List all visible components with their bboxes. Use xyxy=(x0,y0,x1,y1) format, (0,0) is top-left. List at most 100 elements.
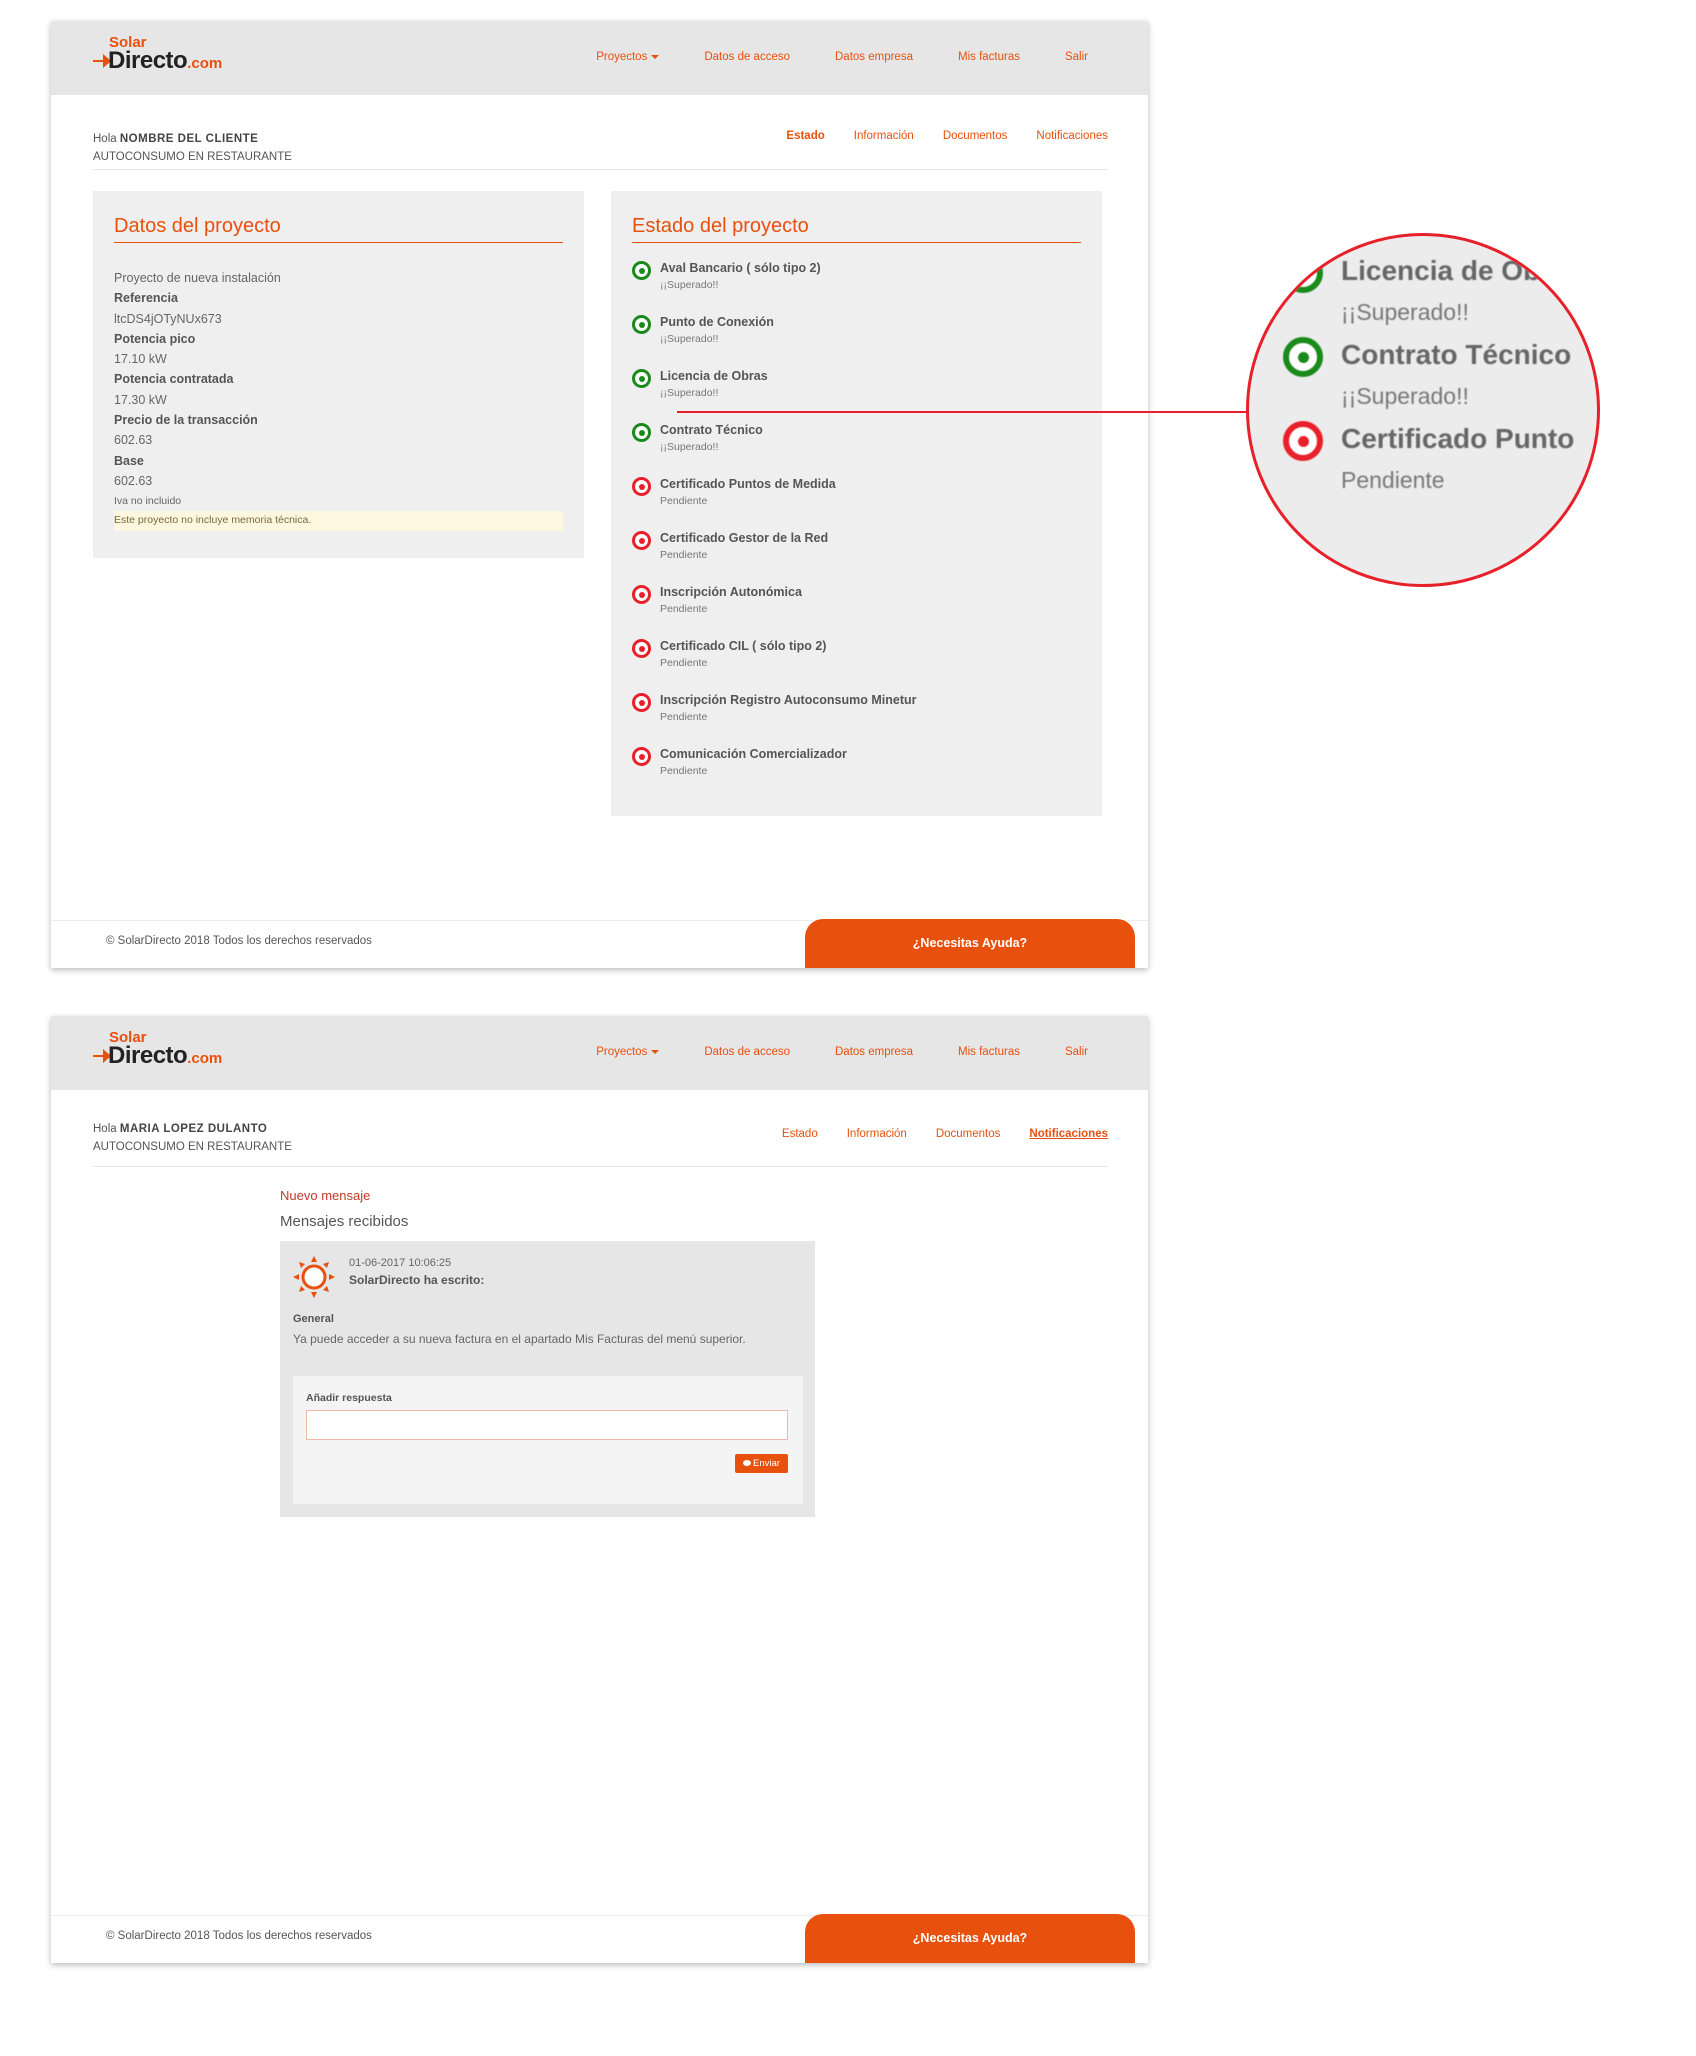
greeting-text: Hola xyxy=(93,133,117,145)
status-step: Contrato Técnico ¡¡Superado!! xyxy=(632,420,1072,474)
step-title: Inscripción Registro Autoconsumo Minetur xyxy=(660,693,917,707)
nav-datos-acceso[interactable]: Datos de acceso xyxy=(704,51,790,63)
send-button[interactable]: Enviar xyxy=(735,1454,788,1473)
help-button[interactable]: ¿Necesitas Ayuda? xyxy=(805,919,1135,968)
tab-informacion[interactable]: Información xyxy=(847,1128,907,1140)
step-status: ¡¡Superado!! xyxy=(660,387,719,399)
tab-estado[interactable]: Estado xyxy=(786,130,824,142)
step-status: ¡¡Superado!! xyxy=(660,333,719,345)
base-value: 602.63 xyxy=(114,473,153,488)
status-step: Inscripción Autonómica Pendiente xyxy=(632,582,1072,636)
message-author: SolarDirecto ha escrito: xyxy=(349,1273,485,1287)
zoom-connector-line xyxy=(677,411,1247,413)
nav-mis-facturas[interactable]: Mis facturas xyxy=(958,51,1020,63)
solardirecto-logo[interactable]: Solar Directo.com xyxy=(93,35,253,79)
step-status: ¡¡Superado!! xyxy=(660,279,719,291)
status-step: Certificado Gestor de la Red Pendiente xyxy=(632,528,1072,582)
step-title: Comunicación Comercializador xyxy=(660,747,847,761)
step-status: Pendiente xyxy=(660,657,708,669)
step-status: Pendiente xyxy=(660,495,708,507)
zoom-step-title: Certificado Punto xyxy=(1341,423,1575,454)
step-title: Certificado CIL ( sólo tipo 2) xyxy=(660,639,827,653)
tab-estado[interactable]: Estado xyxy=(782,1128,818,1140)
pending-circle-icon xyxy=(632,747,651,766)
zoom-step-status: ¡¡Superado!! xyxy=(1341,299,1469,325)
step-status: Pendiente xyxy=(660,603,708,615)
step-title: Certificado Puntos de Medida xyxy=(660,477,836,491)
zoom-step-status: Pendiente xyxy=(1341,467,1445,493)
step-title: Inscripción Autonómica xyxy=(660,585,802,599)
price-value: 602.63 xyxy=(114,433,153,448)
message-date: 01-06-2017 10:06:25 xyxy=(349,1257,452,1269)
project-type: Proyecto de nueva instalación xyxy=(114,271,281,285)
client-greeting: Hola NOMBRE DEL CLIENTE AUTOCONSUMO EN R… xyxy=(93,130,292,166)
message-category: General xyxy=(293,1313,334,1325)
step-title: Certificado Gestor de la Red xyxy=(660,531,829,545)
pending-circle-icon xyxy=(632,477,651,496)
tab-notificaciones[interactable]: Notificaciones xyxy=(1029,1128,1108,1140)
project-name: AUTOCONSUMO EN RESTAURANTE xyxy=(93,151,292,163)
step-status: Pendiente xyxy=(660,711,708,723)
project-data-list: Proyecto de nueva instalación Referencia… xyxy=(114,268,281,512)
new-message-link[interactable]: Nuevo mensaje xyxy=(280,1188,370,1203)
project-status-title: Estado del proyecto xyxy=(632,215,1081,243)
check-circle-icon xyxy=(632,261,651,280)
nav-datos-empresa[interactable]: Datos empresa xyxy=(835,51,913,63)
nav-datos-empresa[interactable]: Datos empresa xyxy=(835,1046,913,1058)
send-label: Enviar xyxy=(753,1458,780,1469)
project-name: AUTOCONSUMO EN RESTAURANTE xyxy=(93,1141,292,1153)
status-steps: Aval Bancario ( sólo tipo 2) ¡¡Superado!!… xyxy=(632,258,1072,798)
peak-power-value: 17.10 kW xyxy=(114,352,167,367)
project-data-panel: Datos del proyecto Proyecto de nueva ins… xyxy=(93,191,584,558)
step-title: Licencia de Obras xyxy=(660,369,768,383)
project-status-panel: Estado del proyecto Aval Bancario ( sólo… xyxy=(611,191,1102,816)
memoria-notice: Este proyecto no incluye memoria técnica… xyxy=(114,511,563,531)
tab-documentos[interactable]: Documentos xyxy=(936,1128,1001,1140)
project-status-screen: Solar Directo.com Proyectos Datos de acc… xyxy=(51,21,1148,968)
help-button[interactable]: ¿Necesitas Ayuda? xyxy=(805,1914,1135,1963)
top-header: Solar Directo.com Proyectos Datos de acc… xyxy=(51,21,1148,95)
client-name: NOMBRE DEL CLIENTE xyxy=(119,133,259,145)
vat-note: Iva no incluido xyxy=(114,495,182,508)
reply-form: Añadir respuesta Enviar xyxy=(293,1376,803,1504)
pending-circle-icon xyxy=(632,585,651,604)
step-title: Punto de Conexión xyxy=(660,315,774,329)
nav-mis-facturas[interactable]: Mis facturas xyxy=(958,1046,1020,1058)
zoom-step-title: Contrato Técnico xyxy=(1341,339,1572,370)
caret-down-icon xyxy=(651,54,660,59)
base-label: Base xyxy=(114,453,144,468)
tab-documentos[interactable]: Documentos xyxy=(943,130,1008,142)
nav-proyectos[interactable]: Proyectos xyxy=(596,1046,660,1058)
main-nav: Proyectos Datos de acceso Datos empresa … xyxy=(596,1046,1088,1058)
solardirecto-logo[interactable]: Solar Directo.com xyxy=(93,1030,253,1074)
status-step: Comunicación Comercializador Pendiente xyxy=(632,744,1072,798)
status-step: Punto de Conexión ¡¡Superado!! xyxy=(632,312,1072,366)
step-title: Aval Bancario ( sólo tipo 2) xyxy=(660,261,821,275)
received-messages-title: Mensajes recibidos xyxy=(280,1213,409,1230)
reference-value: ltcDS4jOTyNUx673 xyxy=(114,311,222,326)
nav-salir[interactable]: Salir xyxy=(1065,51,1088,63)
copyright-text: © SolarDirecto 2018 Todos los derechos r… xyxy=(106,935,372,947)
reply-input[interactable] xyxy=(306,1410,788,1440)
header-divider xyxy=(93,1166,1108,1167)
nav-salir[interactable]: Salir xyxy=(1065,1046,1088,1058)
step-status: Pendiente xyxy=(660,765,708,777)
client-name: MARIA LOPEZ DULANTO xyxy=(119,1123,268,1135)
header-divider xyxy=(93,169,1108,170)
step-title: Contrato Técnico xyxy=(660,423,763,437)
pending-circle-icon xyxy=(632,639,651,658)
tab-informacion[interactable]: Información xyxy=(854,130,914,142)
logo-directo-text: Directo.com xyxy=(108,1042,223,1069)
nav-proyectos[interactable]: Proyectos xyxy=(596,51,660,63)
tab-notificaciones[interactable]: Notificaciones xyxy=(1036,130,1108,142)
caret-down-icon xyxy=(651,1049,660,1054)
pending-circle-icon xyxy=(632,531,651,550)
status-step: Inscripción Registro Autoconsumo Minetur… xyxy=(632,690,1072,744)
status-step: Aval Bancario ( sólo tipo 2) ¡¡Superado!! xyxy=(632,258,1072,312)
check-circle-icon xyxy=(632,315,651,334)
reference-label: Referencia xyxy=(114,291,178,306)
contracted-power-label: Potencia contratada xyxy=(114,372,234,387)
copyright-text: © SolarDirecto 2018 Todos los derechos r… xyxy=(106,1930,372,1942)
nav-datos-acceso[interactable]: Datos de acceso xyxy=(704,1046,790,1058)
step-status: ¡¡Superado!! xyxy=(660,441,719,453)
